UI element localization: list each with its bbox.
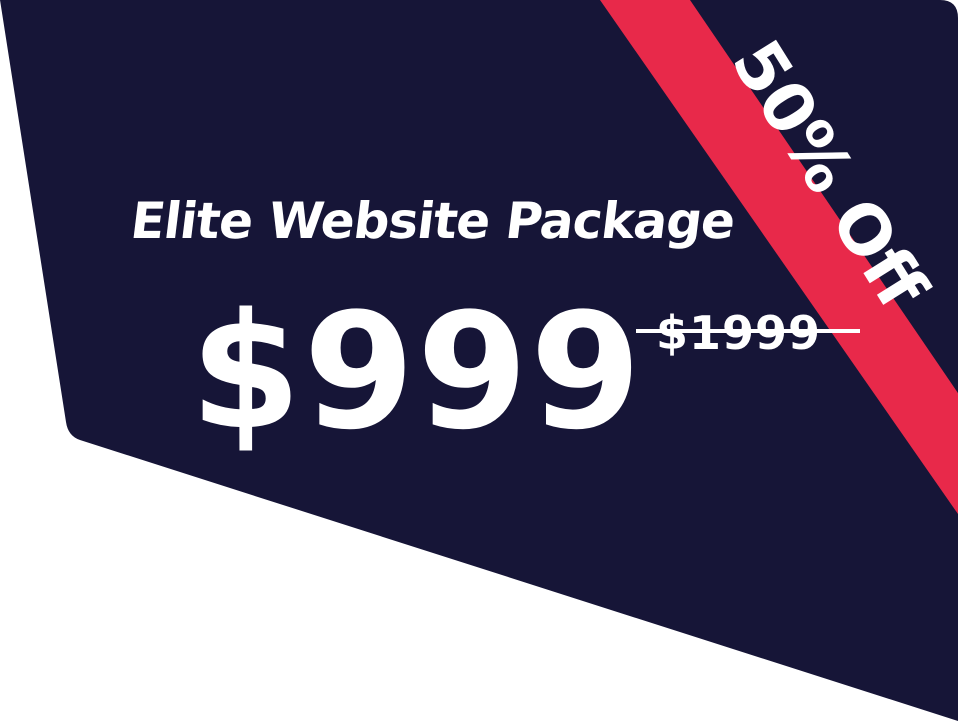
current-price: $999 [190, 278, 644, 465]
price-strikethrough [636, 329, 860, 333]
package-title: Elite Website Package [127, 192, 738, 250]
pricing-card: Elite Website Package $999 $1999 50% Off [0, 0, 958, 721]
original-price: $1999 [656, 306, 822, 360]
